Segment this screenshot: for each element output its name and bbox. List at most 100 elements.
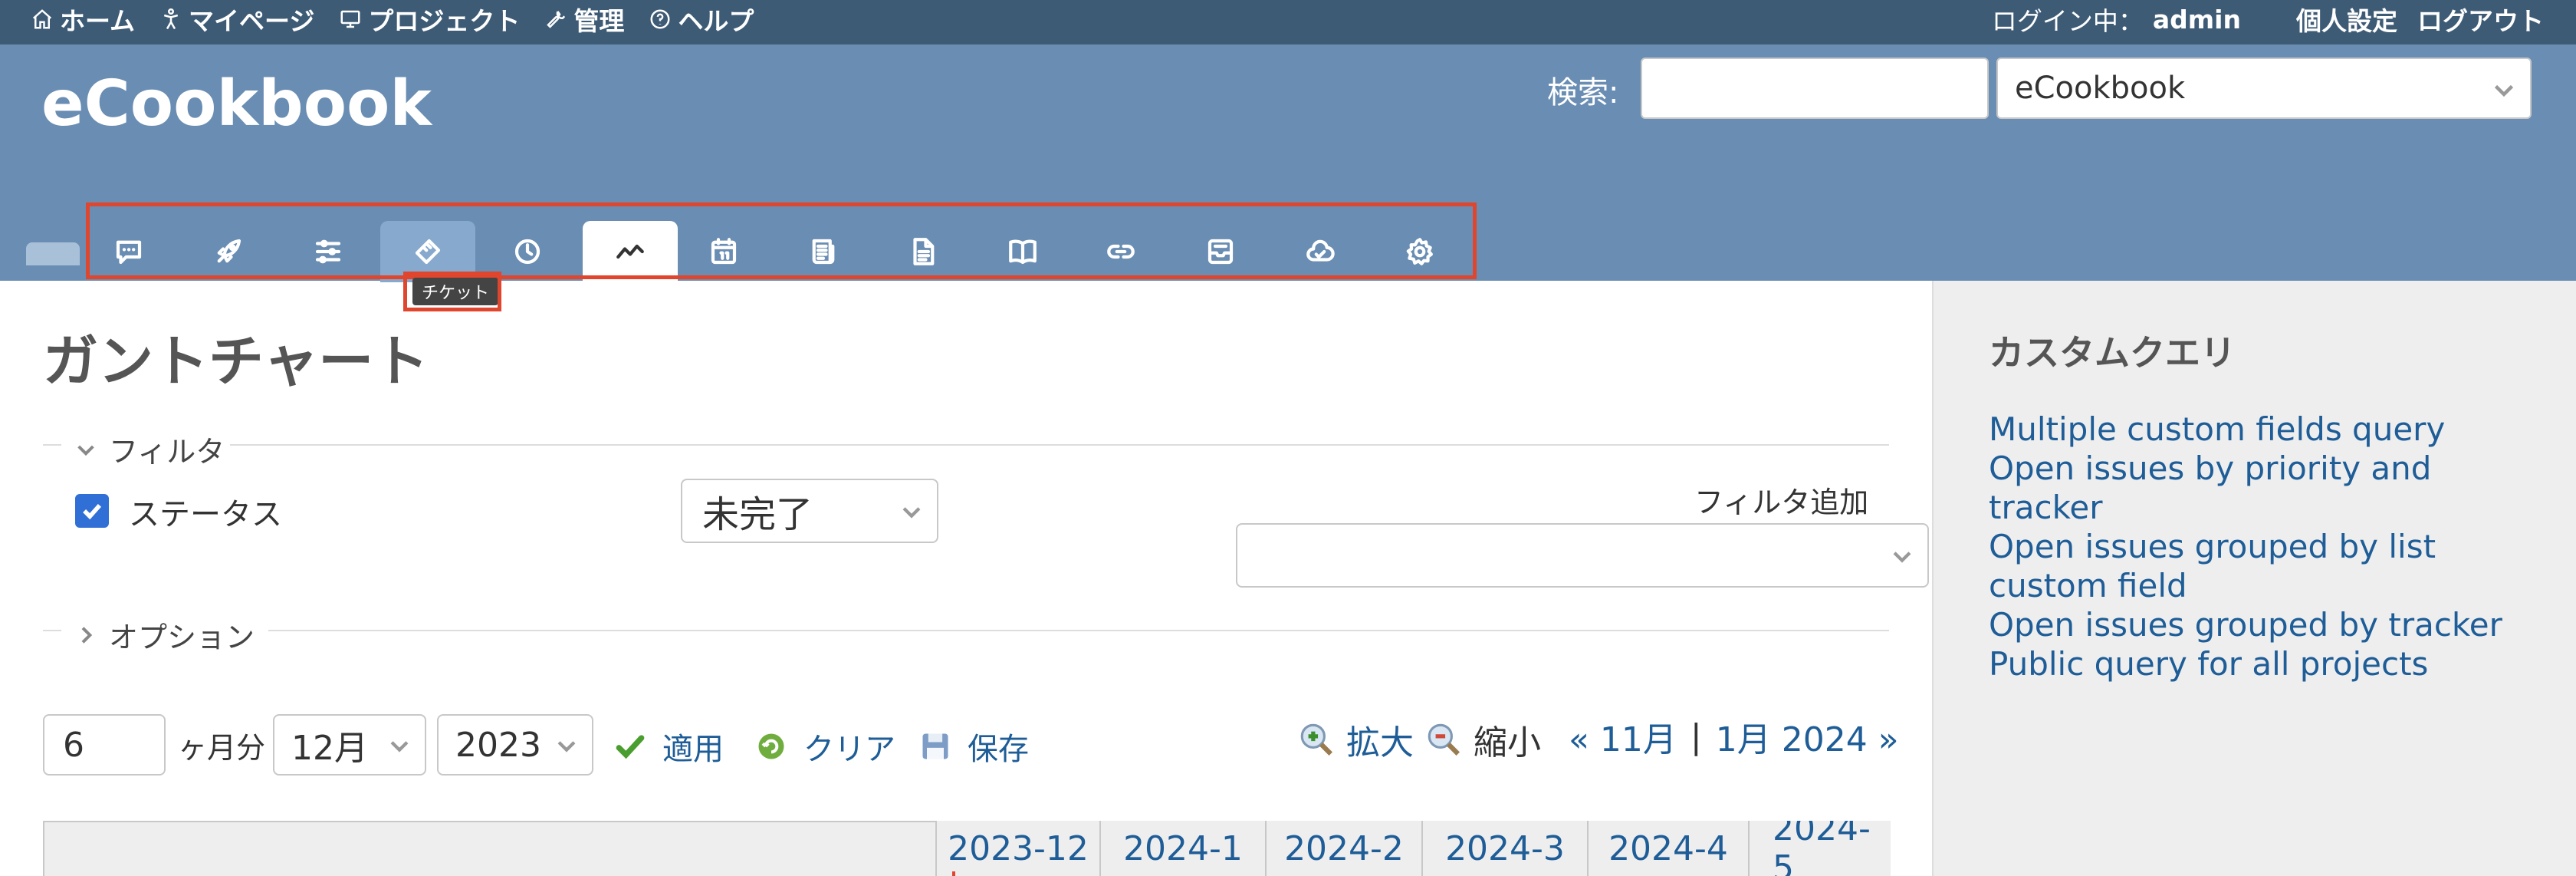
custom-queries-list: Multiple custom fields query Open issues… bbox=[1989, 410, 2525, 683]
wiki-book-icon bbox=[1009, 239, 1037, 265]
top-menu-projects-label: プロジェクト bbox=[368, 6, 521, 36]
tab-settings[interactable] bbox=[1372, 221, 1467, 282]
zoom-in-button[interactable]: 拡大 bbox=[1297, 715, 1414, 764]
options-toggle[interactable]: オプション bbox=[74, 614, 255, 656]
custom-query-link[interactable]: Open issues by priority and tracker bbox=[1989, 449, 2525, 527]
months-label: ヶ月分 bbox=[178, 731, 266, 765]
top-menu-my-page[interactable]: マイページ bbox=[159, 1, 314, 38]
top-menu-admin[interactable]: 管理 bbox=[544, 1, 624, 38]
apply-label: 適用 bbox=[662, 732, 724, 767]
month-select-value: 12月 bbox=[291, 729, 368, 768]
project-jump-value: eCookbook bbox=[2015, 71, 2186, 106]
clear-button[interactable]: クリア bbox=[754, 724, 895, 769]
zoom-out-button[interactable]: 縮小 bbox=[1424, 715, 1541, 764]
month-select[interactable]: 12月 bbox=[273, 714, 426, 776]
clear-label: クリア bbox=[803, 732, 895, 767]
zoom-in-icon bbox=[1300, 723, 1332, 756]
top-menu-help[interactable]: ヘルプ bbox=[649, 1, 754, 38]
top-menu-home-label: ホーム bbox=[60, 6, 136, 36]
gantt-month-header[interactable]: 2024-3 bbox=[1421, 821, 1587, 876]
save-button[interactable]: 保存 bbox=[918, 724, 1029, 769]
custom-query-link[interactable]: Open issues grouped by list custom field bbox=[1989, 527, 2525, 605]
files-cloud-icon bbox=[1306, 239, 1335, 262]
status-operator-value: 未完了 bbox=[702, 493, 813, 536]
custom-query-link[interactable]: Public query for all projects bbox=[1989, 644, 2525, 683]
gantt-navigation: « 11月 | 1月 2024 » bbox=[1569, 712, 1899, 761]
chevron-down-icon bbox=[2494, 84, 2514, 97]
filters-fieldset-line-left bbox=[43, 444, 61, 446]
custom-query-link[interactable]: Multiple custom fields query bbox=[1989, 410, 2525, 449]
top-menu-help-label: ヘルプ bbox=[678, 6, 754, 36]
tab-activity[interactable] bbox=[181, 221, 276, 282]
filters-toggle[interactable]: フィルタ bbox=[74, 428, 225, 470]
tab-issues[interactable] bbox=[380, 221, 475, 282]
filters-legend: フィルタ bbox=[109, 435, 225, 469]
custom-query-link[interactable]: Open issues grouped by tracker bbox=[1989, 605, 2525, 644]
logged-user-link[interactable]: admin bbox=[2153, 5, 2241, 35]
status-filter-checkbox[interactable] bbox=[75, 494, 109, 528]
top-menu-home[interactable]: ホーム bbox=[31, 1, 135, 38]
home-icon bbox=[32, 9, 52, 29]
monitor-icon bbox=[340, 10, 360, 28]
person-icon bbox=[163, 8, 179, 30]
documents-icon bbox=[913, 238, 935, 265]
options-fieldset-line-left bbox=[43, 630, 61, 631]
calendar-icon bbox=[711, 238, 737, 265]
next-month-link[interactable]: 1月 2024 » bbox=[1716, 712, 1899, 761]
my-account-link[interactable]: 個人設定 bbox=[2296, 1, 2397, 38]
chevron-right-icon bbox=[81, 626, 93, 644]
main-menu-stub-tab[interactable] bbox=[26, 242, 80, 265]
top-menu: ホーム マイページ プロジェクト 管理 ヘルプ ログイン中： admin 個人設… bbox=[0, 0, 2576, 44]
issues-ticket-icon bbox=[415, 239, 441, 265]
gantt-month-header[interactable]: 2024-5 bbox=[1748, 821, 1891, 876]
project-jump-select[interactable]: eCookbook bbox=[1996, 58, 2532, 119]
status-operator-select[interactable]: 未完了 bbox=[681, 479, 938, 543]
settings-gear-icon bbox=[1406, 238, 1433, 265]
tab-boards[interactable] bbox=[1173, 221, 1268, 282]
content: ガントチャート フィルタ ステータス 未完了 フィルタ追加 オプション 6 ヶ月… bbox=[0, 281, 1932, 876]
logout-link[interactable]: ログアウト bbox=[2417, 1, 2544, 38]
apply-button[interactable]: 適用 bbox=[613, 724, 724, 769]
gantt-month-header[interactable]: 2024-2 bbox=[1265, 821, 1421, 876]
status-filter-label: ステータス bbox=[129, 497, 282, 532]
tab-gantt[interactable] bbox=[583, 221, 678, 282]
zoom-in-label: 拡大 bbox=[1346, 723, 1414, 762]
tab-spent-time[interactable] bbox=[480, 221, 575, 282]
sidebar: カスタムクエリ Multiple custom fields query Ope… bbox=[1932, 281, 2576, 876]
search-input[interactable] bbox=[1641, 58, 1989, 119]
zoom-out-icon bbox=[1428, 723, 1460, 756]
repository-link-icon bbox=[1107, 244, 1135, 259]
tab-roadmap[interactable] bbox=[281, 221, 376, 282]
gantt-month-header[interactable]: 2024-4 bbox=[1587, 821, 1748, 876]
tab-wiki[interactable] bbox=[975, 221, 1070, 282]
chevron-down-icon bbox=[1893, 552, 1911, 563]
page-title: ガントチャート bbox=[43, 329, 429, 394]
add-filter-select[interactable] bbox=[1236, 523, 1929, 588]
tab-overview[interactable] bbox=[81, 221, 176, 282]
gantt-chart-icon bbox=[616, 244, 644, 259]
add-filter-label: フィルタ追加 bbox=[1694, 486, 1869, 519]
save-label: 保存 bbox=[968, 732, 1029, 767]
tab-news[interactable] bbox=[776, 221, 871, 282]
tab-documents[interactable] bbox=[876, 221, 971, 282]
gantt-month-header[interactable]: 2023-12 bbox=[935, 821, 1099, 876]
check-icon bbox=[616, 735, 645, 759]
tab-repository[interactable] bbox=[1073, 221, 1168, 282]
gantt-months-header: 2023-12 2024-1 2024-2 2024-3 2024-4 2024… bbox=[935, 821, 1891, 876]
project-title[interactable]: eCookbook bbox=[41, 68, 432, 140]
gantt-month-header[interactable]: 2024-1 bbox=[1099, 821, 1265, 876]
tab-calendar[interactable] bbox=[676, 221, 771, 282]
wrench-icon bbox=[547, 11, 566, 28]
save-disk-icon bbox=[922, 733, 948, 759]
prev-month-link[interactable]: « 11月 bbox=[1569, 712, 1677, 761]
reload-icon bbox=[758, 733, 784, 759]
tab-files[interactable] bbox=[1273, 221, 1368, 282]
months-input[interactable]: 6 bbox=[43, 714, 166, 776]
check-icon bbox=[83, 504, 102, 520]
top-menu-projects[interactable]: プロジェクト bbox=[339, 1, 520, 38]
year-select-value: 2023 bbox=[455, 725, 541, 765]
activity-rocket-icon bbox=[217, 239, 242, 263]
roadmap-sliders-icon bbox=[315, 239, 341, 264]
year-select[interactable]: 2023 bbox=[437, 714, 593, 776]
today-marker bbox=[952, 871, 955, 876]
